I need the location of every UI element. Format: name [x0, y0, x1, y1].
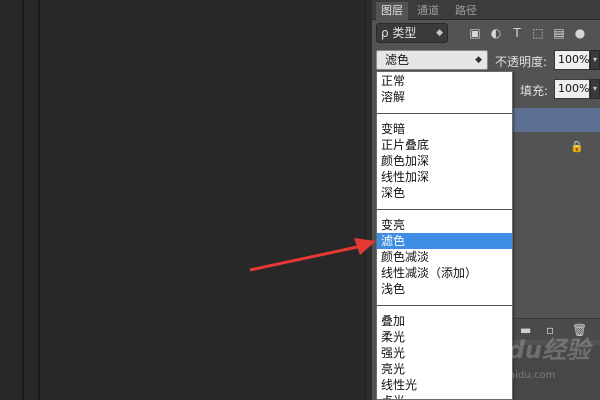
watermark: Baidu经验 jingyan.baidu.com: [455, 330, 595, 390]
arrow-head: [354, 238, 376, 255]
watermark-logo: Baidu经验: [465, 336, 590, 364]
arrow-shaft: [249, 244, 363, 272]
watermark-url: jingyan.baidu.com: [463, 370, 556, 381]
